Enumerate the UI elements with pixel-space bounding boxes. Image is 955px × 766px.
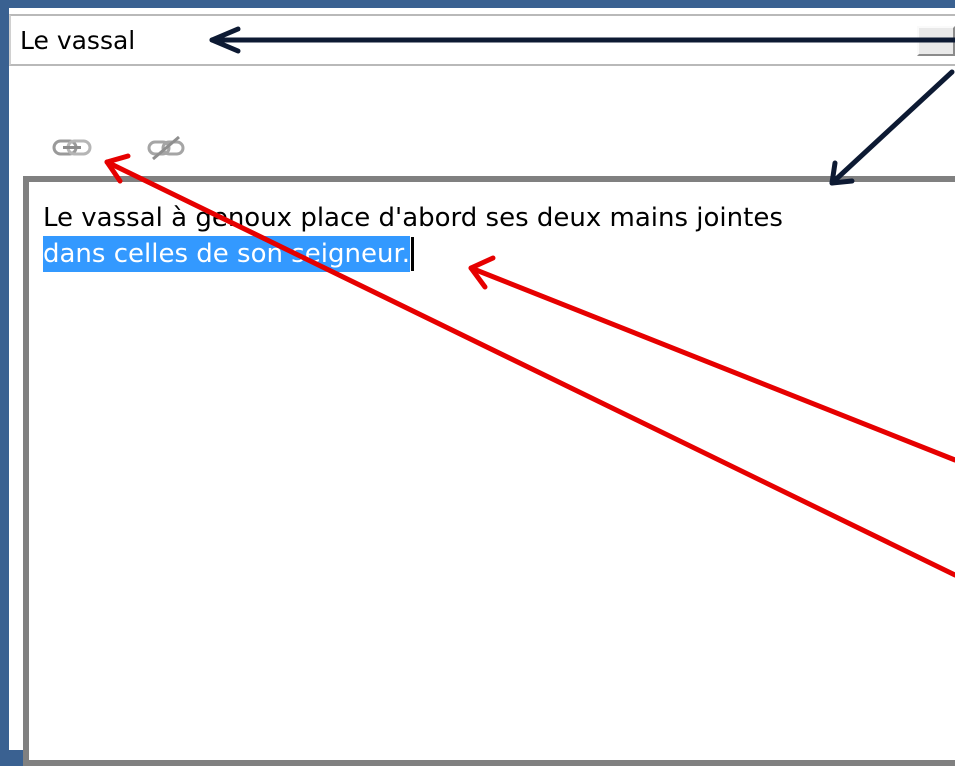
title-dropdown[interactable]: Le vassal — [9, 14, 955, 66]
remove-link-button[interactable] — [143, 133, 189, 163]
minus-icon — [933, 40, 943, 42]
selected-text: dans celles de son seigneur. — [43, 236, 411, 272]
insert-link-button[interactable] — [50, 133, 96, 163]
editor-line-1: Le vassal à genoux place d'abord ses deu… — [43, 203, 783, 233]
unlink-icon — [147, 135, 185, 161]
text-caret — [411, 237, 415, 271]
editor-line-2: dans celles de son seigneur. — [43, 236, 923, 272]
dropdown-toggle-button[interactable] — [917, 26, 955, 56]
link-icon — [52, 139, 92, 156]
text-editor[interactable]: Le vassal à genoux place d'abord ses deu… — [23, 176, 955, 766]
editor-content: Le vassal à genoux place d'abord ses deu… — [43, 200, 923, 272]
dropdown-selected-value: Le vassal — [20, 26, 136, 55]
